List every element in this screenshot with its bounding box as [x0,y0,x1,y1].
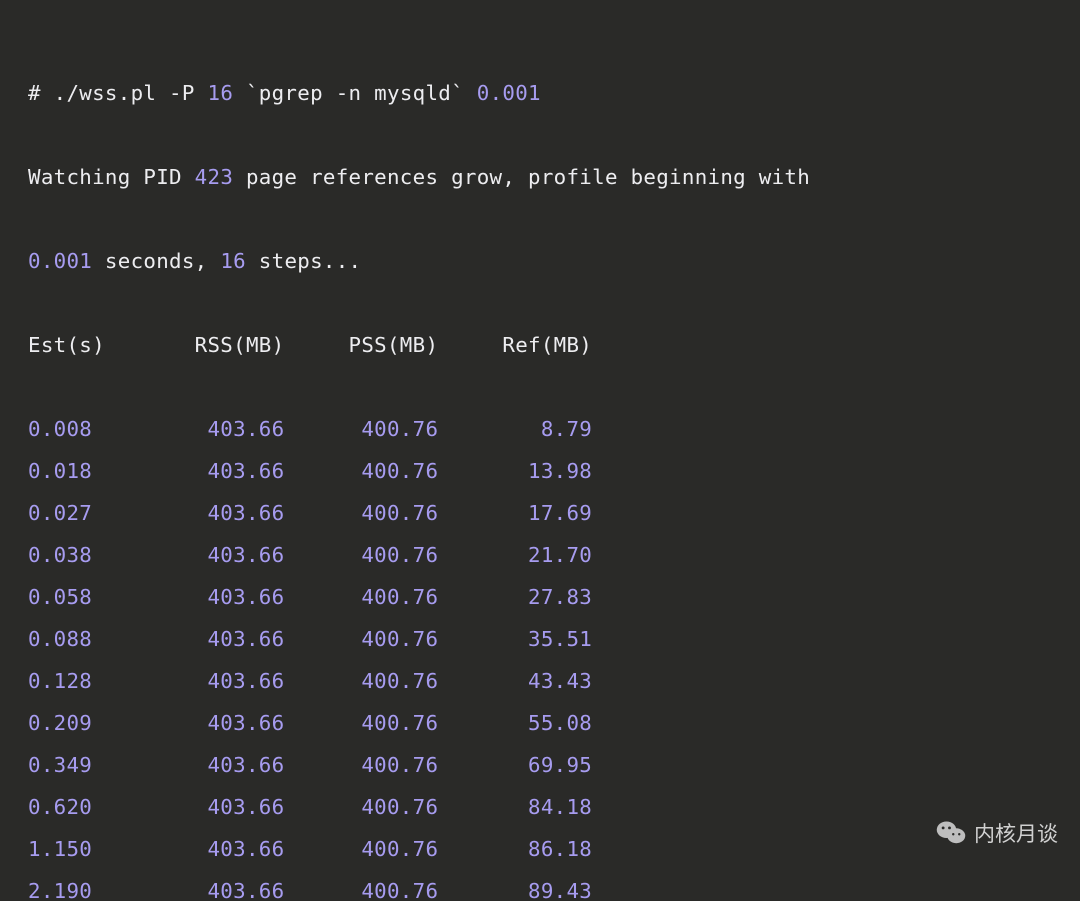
status-text-4: steps... [246,249,361,273]
command-pgrep: `pgrep -n mysqld` [246,81,464,105]
status-interval: 0.001 [28,249,92,273]
terminal-output: # ./wss.pl -P 16 `pgrep -n mysqld` 0.001… [0,0,1080,901]
table-row: 0.209 403.66 400.76 55.08 [28,702,1052,744]
status-text-2: page references grow, profile beginning … [233,165,823,189]
table-row: 1.150 403.66 400.76 86.18 [28,828,1052,870]
status-text-3: seconds, [92,249,220,273]
table-header-row: Est(s) RSS(MB) PSS(MB) Ref(MB) [28,324,1052,366]
command-arg-interval: 0.001 [464,81,541,105]
table-row: 0.620 403.66 400.76 84.18 [28,786,1052,828]
status-steps: 16 [220,249,246,273]
watermark-text: 内核月谈 [974,823,1058,844]
table-row: 0.088 403.66 400.76 35.51 [28,618,1052,660]
table-row: 0.027 403.66 400.76 17.69 [28,492,1052,534]
table-row: 0.008 403.66 400.76 8.79 [28,408,1052,450]
table-row: 0.018 403.66 400.76 13.98 [28,450,1052,492]
table-row: 0.038 403.66 400.76 21.70 [28,534,1052,576]
table-row: 0.349 403.66 400.76 69.95 [28,744,1052,786]
table-row: 2.190 403.66 400.76 89.43 [28,870,1052,901]
command-arg-steps: 16 [195,81,246,105]
status-pid: 423 [195,165,233,189]
command-prompt: # ./wss.pl -P [28,81,195,105]
status-text-1: Watching PID [28,165,195,189]
command-line: # ./wss.pl -P 16 `pgrep -n mysqld` 0.001 [28,72,1052,114]
status-line-2: 0.001 seconds, 16 steps... [28,240,1052,282]
table-body: 0.008 403.66 400.76 8.790.018 403.66 400… [28,408,1052,901]
wechat-icon [936,818,966,849]
status-line: Watching PID 423 page references grow, p… [28,156,1052,198]
wechat-watermark: 内核月谈 [936,818,1058,849]
table-row: 0.058 403.66 400.76 27.83 [28,576,1052,618]
table-row: 0.128 403.66 400.76 43.43 [28,660,1052,702]
